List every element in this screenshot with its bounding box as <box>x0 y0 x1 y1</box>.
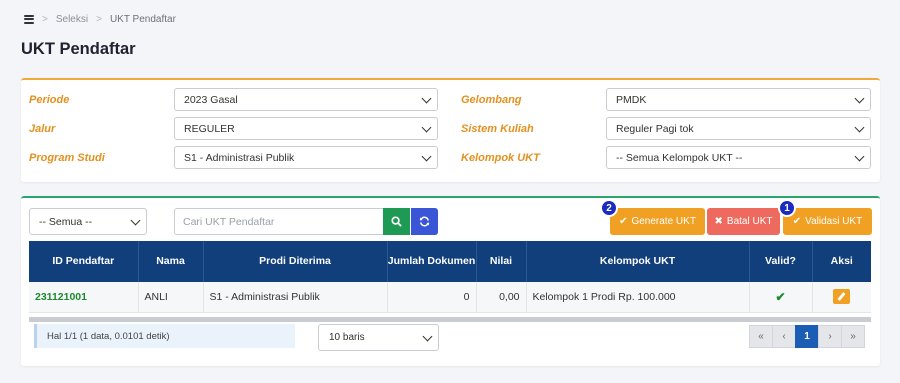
kelompok-ukt-label: Kelompok UKT <box>461 152 540 164</box>
program-studi-label: Program Studi <box>29 152 105 164</box>
periode-value: 2023 Gasal <box>184 93 238 106</box>
last-page-button[interactable]: » <box>841 325 865 348</box>
first-page-button[interactable]: « <box>749 325 773 348</box>
kelompok-ukt-select[interactable]: -- Semua Kelompok UKT -- <box>606 146 871 169</box>
chevron-down-icon <box>421 122 432 133</box>
status-filter-select[interactable]: -- Semua -- <box>29 208 147 235</box>
refresh-button[interactable] <box>411 208 438 235</box>
sistem-kuliah-label: Sistem Kuliah <box>461 123 534 135</box>
cell-kelompok-ukt: Kelompok 1 Prodi Rp. 100.000 <box>526 282 750 313</box>
chevron-down-icon <box>421 93 432 104</box>
check-icon: ✔ <box>775 289 786 304</box>
program-studi-select[interactable]: S1 - Administrasi Publik <box>174 146 438 169</box>
gelombang-value: PMDK <box>616 93 647 106</box>
breadcrumb-separator: > <box>42 13 48 25</box>
cell-nilai: 0,00 <box>476 282 527 313</box>
jalur-value: REGULER <box>184 122 235 135</box>
sistem-kuliah-value: Reguler Pagi tok <box>616 122 694 135</box>
generate-ukt-label: Generate UKT <box>631 216 696 227</box>
menu-icon[interactable] <box>24 14 34 24</box>
gelombang-select[interactable]: PMDK <box>606 88 871 111</box>
cell-valid: ✔ <box>749 282 813 313</box>
table-row[interactable]: 231121001 ANLI S1 - Administrasi Publik … <box>29 282 871 313</box>
horizontal-scrollbar[interactable] <box>29 317 871 322</box>
page-title: UKT Pendaftar <box>21 40 136 58</box>
chevron-down-icon <box>421 151 432 162</box>
prev-page-button[interactable]: ‹ <box>772 325 796 348</box>
chevron-down-icon <box>854 93 865 104</box>
chevron-down-icon <box>130 215 141 226</box>
chevron-down-icon <box>854 151 865 162</box>
breadcrumb-item-seleksi[interactable]: Seleksi <box>56 14 88 25</box>
search-placeholder: Cari UKT Pendaftar <box>183 215 275 228</box>
filter-card: Periode 2023 Gasal Gelombang PMDK Jalur … <box>21 78 880 182</box>
col-nilai[interactable]: Nilai <box>476 241 527 282</box>
ukt-table: ID Pendaftar Nama Prodi Diterima Jumlah … <box>29 241 871 313</box>
batal-ukt-button[interactable]: ✖ Batal UKT <box>707 208 780 235</box>
periode-select[interactable]: 2023 Gasal <box>174 88 438 111</box>
jalur-label: Jalur <box>29 123 56 135</box>
step-badge: 1 <box>778 199 796 217</box>
generate-ukt-button[interactable]: 2 ✔ Generate UKT <box>600 199 705 235</box>
col-id-pendaftar[interactable]: ID Pendaftar <box>29 241 139 282</box>
kelompok-ukt-value: -- Semua Kelompok UKT -- <box>616 151 743 164</box>
step-badge: 2 <box>600 199 618 217</box>
rows-per-page-value: 10 baris <box>329 332 365 343</box>
jalur-select[interactable]: REGULER <box>174 117 438 140</box>
close-icon: ✖ <box>714 216 723 227</box>
check-icon: ✔ <box>619 216 628 227</box>
validasi-ukt-button[interactable]: 1 ✔ Validasi UKT <box>778 199 872 235</box>
next-page-button[interactable]: › <box>818 325 842 348</box>
gelombang-label: Gelombang <box>461 94 522 106</box>
check-icon: ✔ <box>792 216 802 227</box>
col-prodi[interactable]: Prodi Diterima <box>203 241 388 282</box>
sistem-kuliah-select[interactable]: Reguler Pagi tok <box>606 117 871 140</box>
table-card: -- Semua -- Cari UKT Pendaftar 2 ✔ Gener… <box>21 196 880 366</box>
col-nama[interactable]: Nama <box>138 241 204 282</box>
cell-id-pendaftar[interactable]: 231121001 <box>29 282 139 313</box>
rows-per-page-select[interactable]: 10 baris <box>318 324 439 351</box>
edit-icon[interactable] <box>833 289 851 305</box>
col-kelompok-ukt[interactable]: Kelompok UKT <box>526 241 750 282</box>
page-1-button[interactable]: 1 <box>795 325 819 348</box>
cell-prodi: S1 - Administrasi Publik <box>203 282 388 313</box>
col-valid[interactable]: Valid? <box>749 241 813 282</box>
program-studi-value: S1 - Administrasi Publik <box>184 151 295 164</box>
batal-ukt-label: Batal UKT <box>726 216 773 227</box>
breadcrumb: > Seleksi > UKT Pendaftar <box>24 11 176 27</box>
chevron-down-icon <box>422 331 433 342</box>
periode-label: Periode <box>29 94 70 106</box>
page-info: Hal 1/1 (1 data, 0.0101 detik) <box>34 324 295 348</box>
cell-nama: ANLI <box>138 282 204 313</box>
search-icon <box>391 216 402 227</box>
search-button[interactable] <box>383 208 410 235</box>
validasi-ukt-label: Validasi UKT <box>805 216 863 227</box>
refresh-icon <box>419 216 430 227</box>
breadcrumb-separator: > <box>96 13 102 25</box>
cell-jumlah-dokumen: 0 <box>387 282 477 313</box>
col-jumlah-dokumen[interactable]: Jumlah Dokumen <box>387 241 477 282</box>
breadcrumb-item-current: UKT Pendaftar <box>109 13 176 25</box>
status-filter-value: -- Semua -- <box>39 215 93 228</box>
chevron-down-icon <box>854 122 865 133</box>
table-header-row: ID Pendaftar Nama Prodi Diterima Jumlah … <box>29 241 871 282</box>
col-aksi: Aksi <box>812 241 871 282</box>
search-input[interactable]: Cari UKT Pendaftar <box>174 208 383 235</box>
cell-aksi <box>812 282 871 313</box>
pagination: « ‹ 1 › » <box>749 325 865 348</box>
